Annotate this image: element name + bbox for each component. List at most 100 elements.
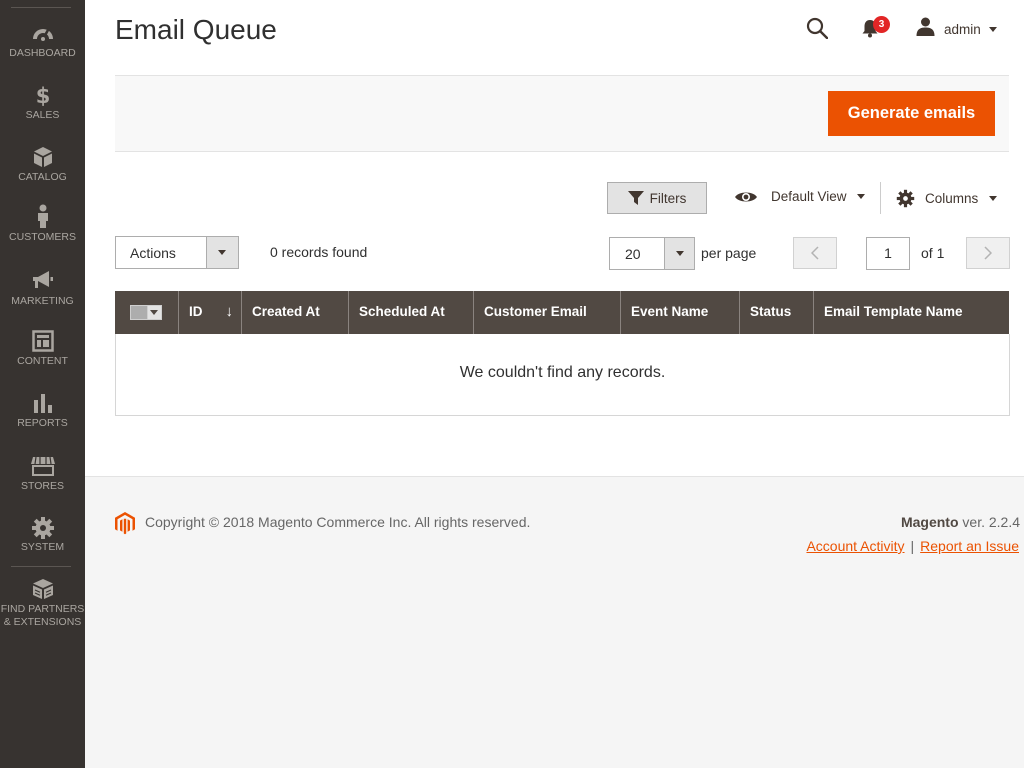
per-page-label: per page (701, 245, 757, 261)
sidebar-item-label: SYSTEM (20, 541, 65, 553)
search-icon[interactable] (806, 17, 829, 44)
sidebar-divider (11, 7, 71, 8)
records-count: 0 records found (270, 244, 368, 260)
mass-actions-label: Actions (130, 245, 176, 261)
dashboard-icon (0, 22, 85, 44)
chevron-down-icon (676, 251, 684, 256)
sidebar-item-dashboard[interactable]: DASHBOARD (0, 22, 85, 60)
per-page-select[interactable]: 20 (609, 237, 695, 270)
sidebar-item-catalog[interactable]: CATALOG (0, 146, 85, 184)
sidebar-item-content[interactable]: CONTENT (0, 330, 85, 368)
copyright-text: Copyright © 2018 Magento Commerce Inc. A… (145, 514, 531, 530)
column-header-status[interactable]: Status (740, 291, 814, 334)
sidebar-item-label-line1: FIND PARTNERS (0, 603, 85, 615)
page-total: of 1 (921, 245, 945, 261)
sidebar-item-stores[interactable]: STORES (0, 455, 85, 493)
column-header-scheduled-at[interactable]: Scheduled At (349, 291, 474, 334)
column-header-customer-email[interactable]: Customer Email (474, 291, 621, 334)
report-issue-link[interactable]: Report an Issue (920, 538, 1019, 554)
column-header-label: Email Template Name (824, 304, 963, 319)
page-title: Email Queue (115, 14, 277, 45)
grid-body: We couldn't find any records. (115, 334, 1010, 416)
columns-label: Columns (925, 191, 979, 206)
account-activity-link[interactable]: Account Activity (806, 538, 904, 554)
user-name: admin (944, 21, 981, 37)
chevron-down-icon (989, 196, 998, 201)
user-icon (916, 17, 935, 41)
eye-icon (735, 192, 757, 201)
sidebar-item-label: MARKETING (11, 295, 74, 307)
column-header-label: Status (750, 304, 792, 319)
column-header-label: Event Name (631, 304, 709, 319)
empty-records-message: We couldn't find any records. (459, 364, 666, 381)
column-header-label: Created At (252, 304, 320, 319)
magento-logo-icon (115, 512, 135, 540)
chevron-down-icon (856, 194, 865, 199)
view-label: Default View (771, 189, 847, 204)
notification-badge[interactable]: 3 (873, 16, 890, 33)
next-page-button[interactable] (966, 237, 1010, 269)
sidebar-item-reports[interactable]: REPORTS (0, 392, 85, 430)
column-header-created-at[interactable]: Created At (242, 291, 349, 334)
sidebar-item-label: DASHBOARD (9, 47, 76, 59)
megaphone-icon (0, 270, 85, 292)
chevron-right-icon (984, 246, 992, 260)
column-header-label: Customer Email (484, 304, 587, 319)
sidebar-item-sales[interactable]: $ SALES (0, 84, 85, 122)
gear-icon (0, 516, 85, 539)
brand-name: Magento (900, 514, 959, 530)
footer-links: Account Activity | Report an Issue (806, 538, 1019, 554)
chevron-down-icon (150, 310, 158, 315)
chevron-down-icon (988, 26, 997, 32)
version-number: ver. 2.2.4 (958, 514, 1020, 530)
generate-emails-button[interactable]: Generate emails (828, 91, 995, 136)
mass-select-checkbox[interactable] (130, 305, 162, 320)
sidebar-item-label-line2: & EXTENSIONS (3, 616, 82, 628)
column-header-event-name[interactable]: Event Name (621, 291, 740, 334)
sidebar-item-label: SALES (25, 109, 60, 121)
columns-control[interactable]: Columns (896, 189, 998, 208)
chevron-left-icon (811, 246, 819, 260)
layout-icon (0, 330, 85, 352)
dollar-icon: $ (0, 84, 85, 108)
svg-text:$: $ (35, 84, 50, 106)
filters-label: Filters (649, 190, 687, 206)
sidebar-item-label: CATALOG (18, 171, 67, 183)
mass-actions-select[interactable]: Actions (115, 236, 239, 269)
version-text: Magento ver. 2.2.4 (901, 514, 1020, 530)
filter-icon (627, 190, 644, 205)
sidebar-item-label: CONTENT (17, 355, 68, 367)
gear-icon (896, 189, 915, 208)
person-icon (0, 204, 85, 228)
per-page-toggle[interactable] (664, 238, 694, 269)
sidebar-item-label: FIND PARTNERS & EXTENSIONS (0, 603, 85, 629)
sidebar-item-system[interactable]: SYSTEM (0, 516, 85, 554)
view-switcher[interactable]: Default View (734, 189, 865, 204)
column-header-id[interactable]: ID ↓ (179, 291, 242, 334)
partners-box-icon (0, 578, 85, 600)
mass-actions-toggle[interactable] (206, 237, 238, 268)
box-icon (0, 146, 85, 168)
toolbar-divider (880, 182, 881, 214)
sidebar-item-label: REPORTS (17, 417, 68, 429)
column-header-email-template-name[interactable]: Email Template Name (814, 291, 1009, 334)
sidebar-divider (11, 566, 71, 567)
footer-link-separator: | (910, 538, 915, 554)
grid-header: ID ↓ Created At Scheduled At Customer Em… (115, 291, 1009, 334)
sidebar-item-label: CUSTOMERS (9, 231, 76, 243)
page-number-input[interactable]: 1 (866, 237, 910, 270)
column-header-label: ID (189, 304, 203, 319)
per-page-value: 20 (625, 246, 641, 262)
mass-select-column (115, 291, 179, 334)
sidebar-item-customers[interactable]: CUSTOMERS (0, 204, 85, 244)
bar-chart-icon (0, 392, 85, 414)
previous-page-button[interactable] (793, 237, 837, 269)
filters-button[interactable]: Filters (607, 182, 707, 214)
sidebar-item-label: STORES (21, 480, 64, 492)
sort-arrow-icon: ↓ (225, 303, 234, 320)
user-menu[interactable]: admin (916, 17, 997, 41)
column-header-label: Scheduled At (359, 304, 445, 319)
sidebar-item-marketing[interactable]: MARKETING (0, 270, 85, 308)
sidebar-item-find-partners[interactable]: FIND PARTNERS & EXTENSIONS (0, 578, 85, 629)
chevron-down-icon (218, 250, 226, 255)
